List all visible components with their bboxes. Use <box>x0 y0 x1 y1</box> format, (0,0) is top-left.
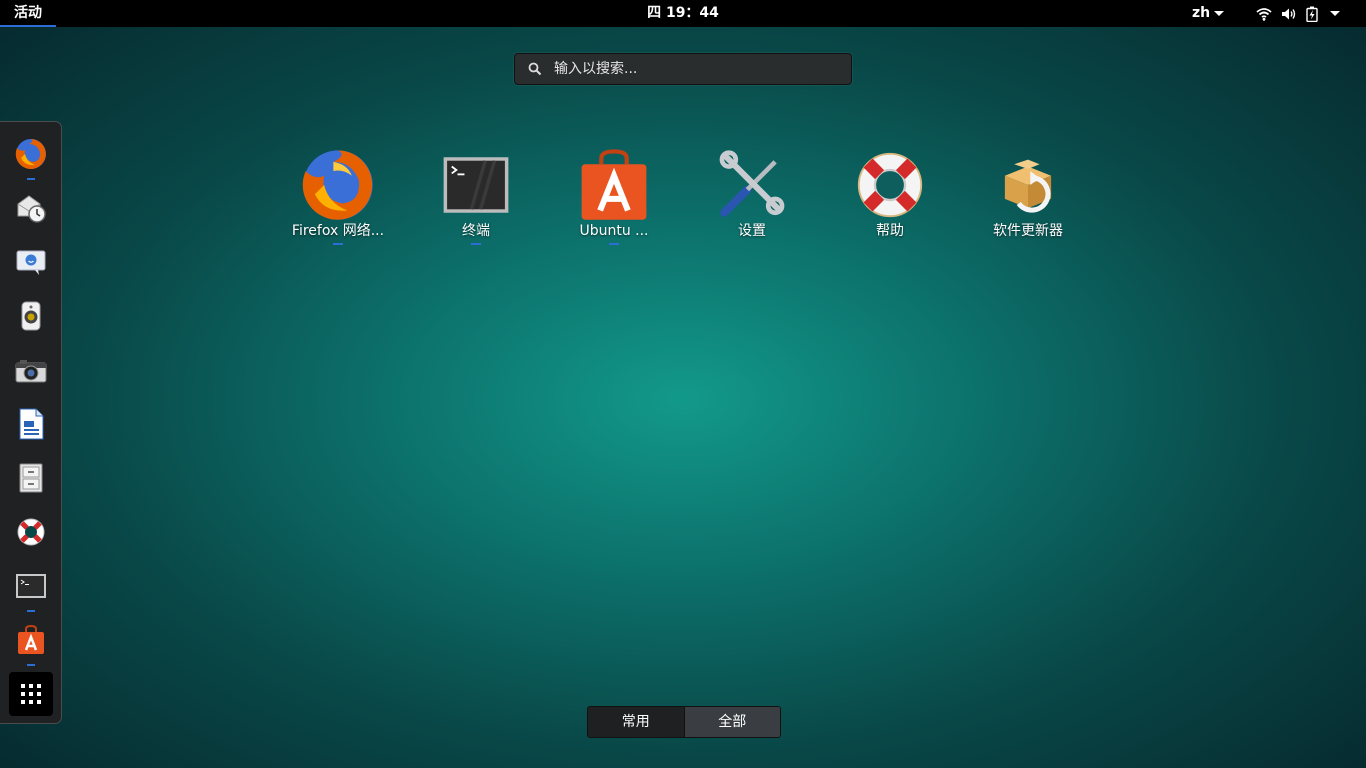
activities-underline <box>0 25 56 27</box>
app-firefox[interactable]: Firefox 网络... <box>274 148 402 248</box>
speaker-icon <box>21 301 41 331</box>
camera-icon <box>15 360 47 383</box>
settings-tools-icon <box>719 150 785 217</box>
activities-label: 活动 <box>14 5 42 21</box>
search-icon <box>528 62 542 76</box>
dash-item-firefox[interactable] <box>9 132 53 180</box>
writer-document-icon <box>19 408 44 440</box>
app-software-updater[interactable]: 软件更新器 <box>964 148 1092 248</box>
dash-item-terminal[interactable] <box>9 564 53 612</box>
app-label: 软件更新器 <box>993 223 1063 239</box>
battery-charging-icon <box>1306 6 1318 22</box>
running-indicator <box>27 664 35 666</box>
app-settings[interactable]: 设置 <box>688 148 816 248</box>
terminal-icon <box>443 157 509 213</box>
running-indicator <box>609 243 619 245</box>
dash-item-help[interactable] <box>9 510 53 554</box>
app-ubuntu-software[interactable]: Ubuntu ... <box>550 148 678 248</box>
language-label: zh <box>1192 5 1211 21</box>
grid-icon <box>21 684 41 704</box>
app-label: Firefox 网络... <box>291 223 385 239</box>
software-updater-icon <box>1004 159 1052 213</box>
running-indicator <box>471 243 481 245</box>
firefox-icon <box>302 150 373 220</box>
search-placeholder: 输入以搜索... <box>554 61 638 77</box>
dash-item-file-cabinet[interactable] <box>9 456 53 500</box>
mail-clock-icon <box>17 195 46 223</box>
dash-item-chat[interactable] <box>9 240 53 284</box>
file-cabinet-icon <box>19 463 43 493</box>
app-help[interactable]: 帮助 <box>826 148 954 248</box>
dash-item-camera[interactable] <box>9 348 53 392</box>
wifi-icon <box>1256 7 1272 21</box>
show-applications-button[interactable] <box>9 672 53 716</box>
volume-icon <box>1282 8 1296 19</box>
running-indicator <box>333 243 343 245</box>
terminal-icon <box>16 574 46 598</box>
app-label: 帮助 <box>876 223 904 239</box>
running-indicator <box>27 178 35 180</box>
app-terminal[interactable]: 终端 <box>412 148 540 248</box>
chevron-down-icon <box>1214 10 1225 16</box>
running-indicator <box>27 610 35 612</box>
chat-icon <box>16 250 46 275</box>
dash-item-software-center[interactable] <box>9 618 53 666</box>
app-label: 终端 <box>462 223 490 239</box>
app-label: 设置 <box>738 223 766 239</box>
top-bar: 活动 四 19：44 zh <box>0 0 1366 27</box>
clock: 四 19：44 <box>0 0 1366 27</box>
firefox-icon <box>15 139 46 169</box>
clock-label[interactable]: 四 19：44 <box>647 5 719 21</box>
software-center-icon <box>581 149 647 220</box>
help-lifebuoy-icon <box>17 518 45 546</box>
all-tab[interactable]: 全部 <box>684 707 780 737</box>
chevron-down-icon <box>1330 11 1340 16</box>
search-entry[interactable]: 输入以搜索... <box>514 53 852 85</box>
frequent-tab[interactable]: 常用 <box>588 707 685 737</box>
activities-button[interactable]: 活动 <box>0 0 56 27</box>
dash-item-writer[interactable] <box>9 402 53 446</box>
software-center-icon <box>18 624 44 654</box>
dash <box>0 121 62 724</box>
language-selector[interactable]: zh <box>1192 0 1225 27</box>
dash-item-mail-clock[interactable] <box>9 186 53 230</box>
help-lifebuoy-icon <box>857 152 923 218</box>
app-label: Ubuntu ... <box>579 223 649 239</box>
dash-item-speaker[interactable] <box>9 294 53 338</box>
view-switcher: 常用 全部 <box>587 706 781 738</box>
system-menu[interactable] <box>1256 0 1340 27</box>
